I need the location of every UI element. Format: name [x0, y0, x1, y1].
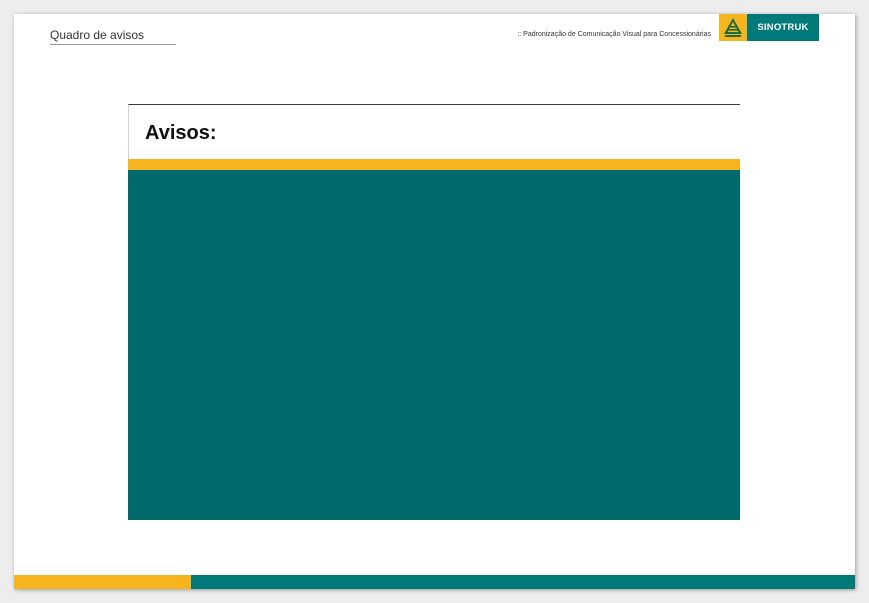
section-title: Quadro de avisos: [50, 27, 176, 45]
notice-board-panel: [128, 170, 740, 520]
notice-board-accent-stripe: [128, 159, 740, 170]
document-page: Quadro de avisos :: Padronização de Comu…: [14, 14, 855, 589]
notice-board: Avisos:: [128, 104, 740, 520]
footer-bar-yellow: [14, 575, 191, 589]
sinotruk-emblem-icon: [719, 14, 747, 41]
brand-name: SINOTRUK: [747, 14, 819, 41]
notice-board-header: Avisos:: [128, 104, 740, 159]
document-subtitle: :: Padronização de Comunicação Visual pa…: [517, 31, 711, 38]
sinotruk-logo: SINOTRUK: [719, 14, 819, 41]
footer-bar-teal: [191, 575, 855, 589]
notice-board-title: Avisos:: [145, 122, 217, 144]
